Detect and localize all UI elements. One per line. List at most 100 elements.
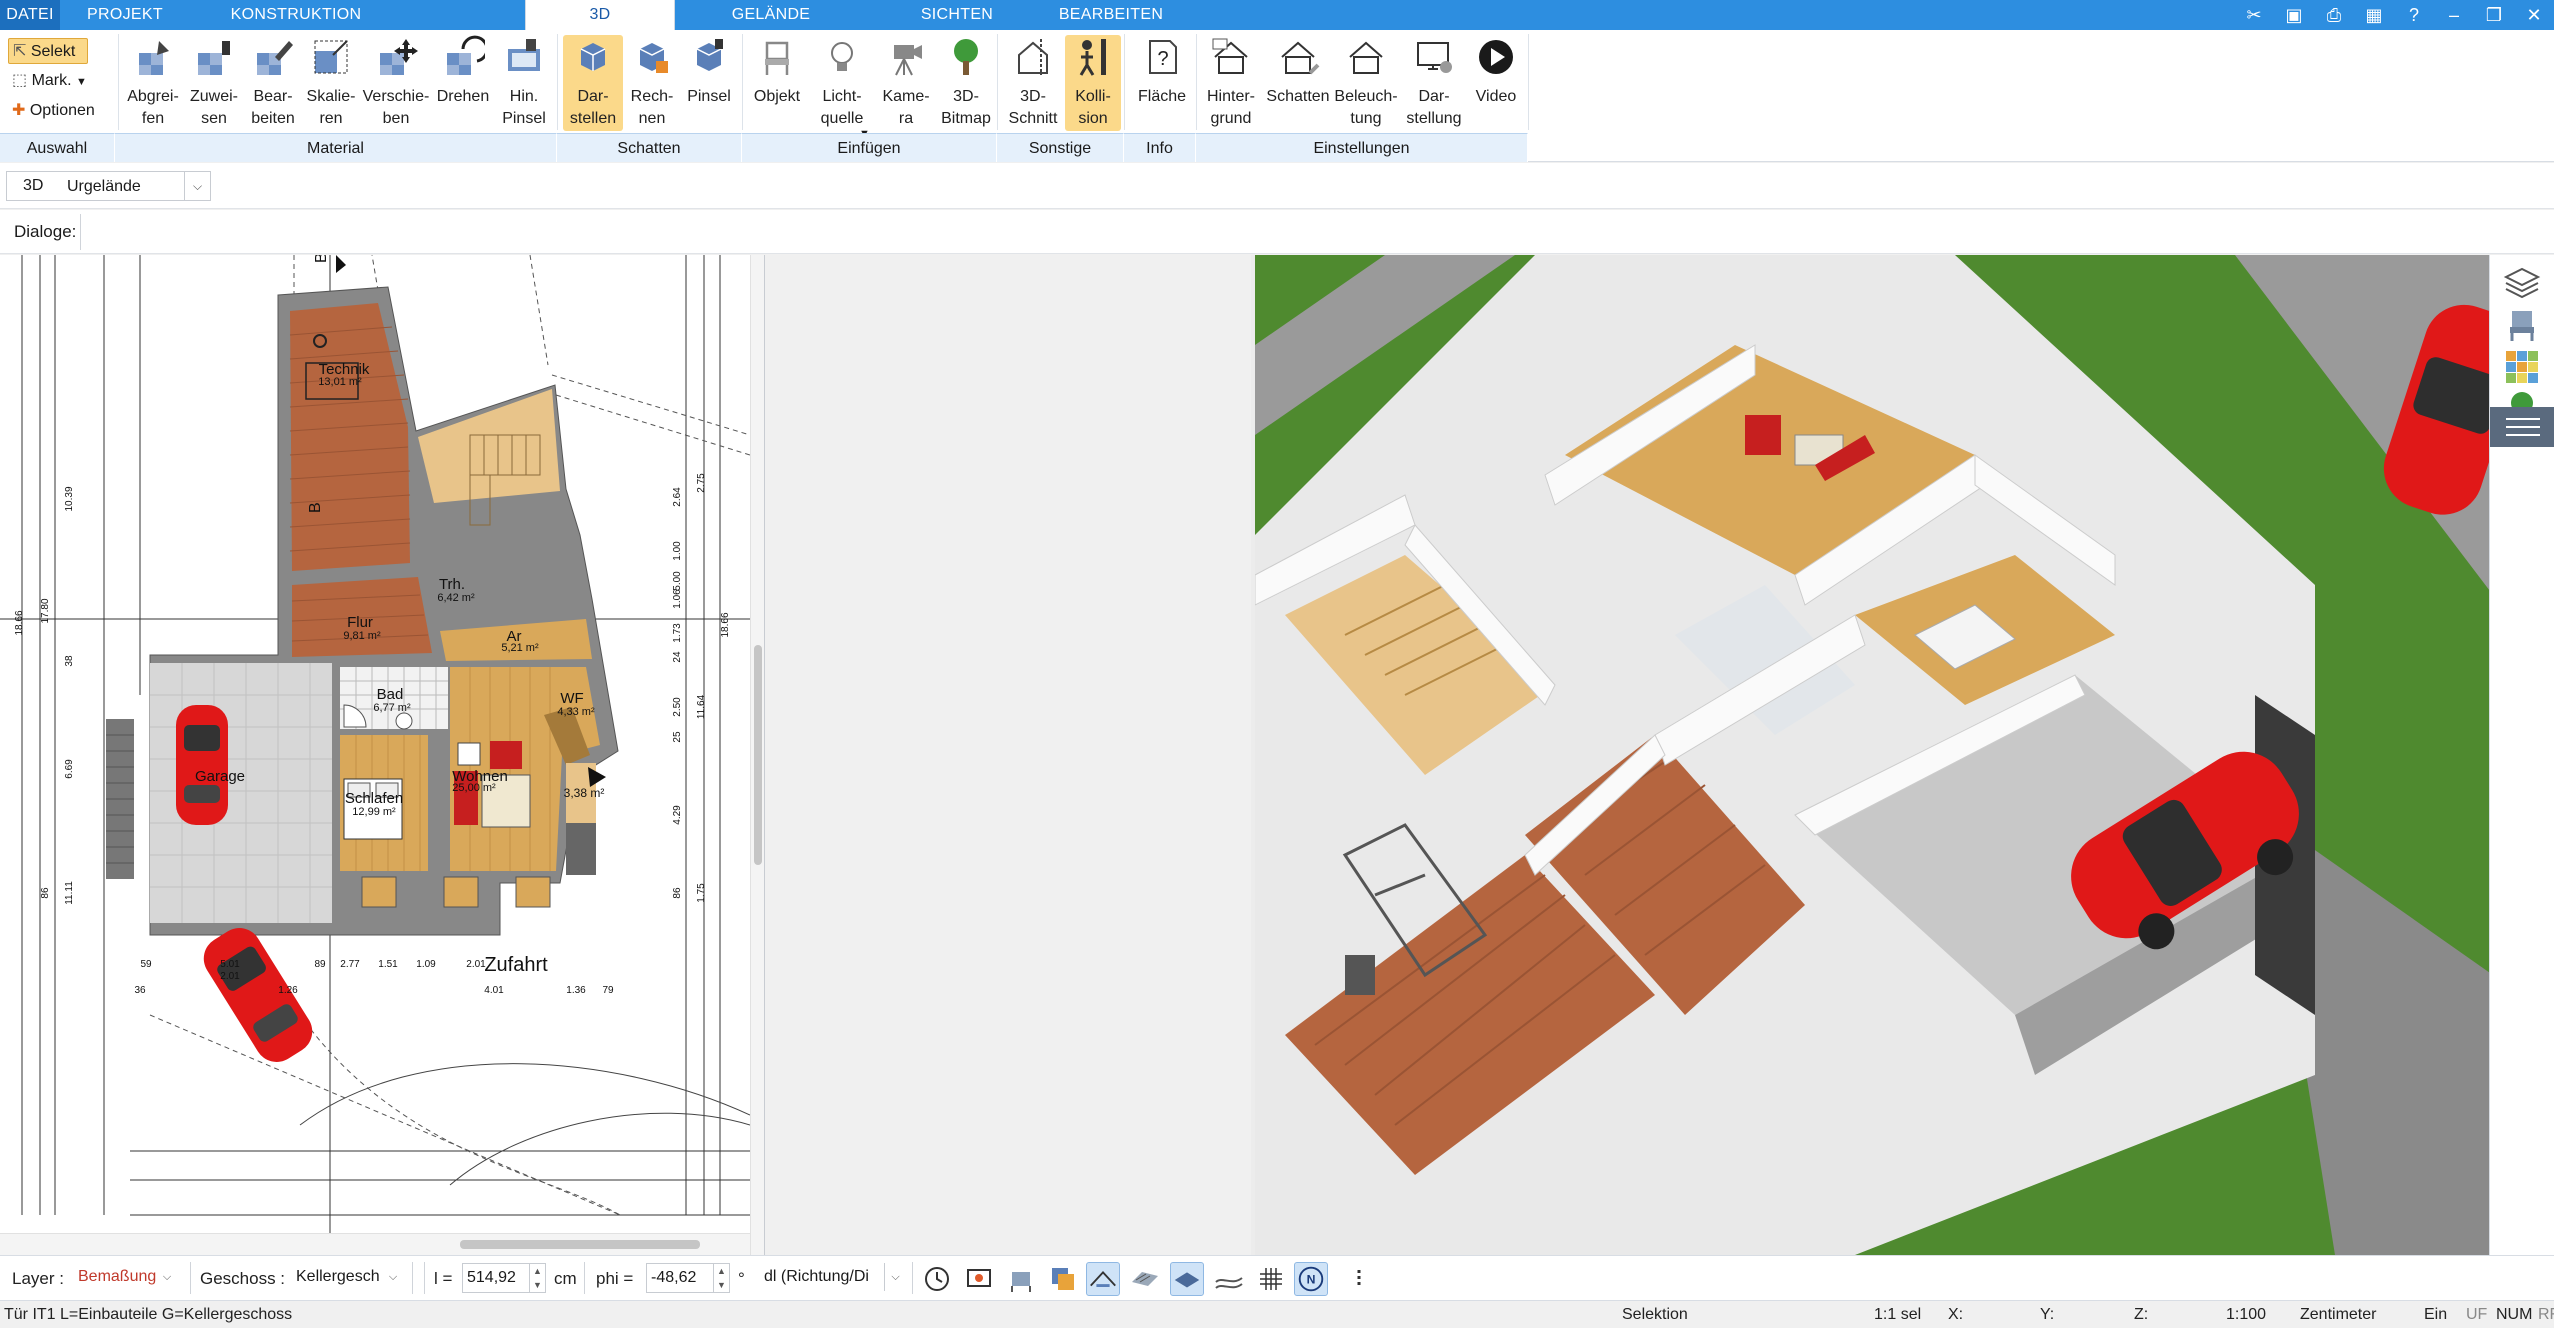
scroll-thumb[interactable] xyxy=(754,645,762,865)
layers-icon[interactable] xyxy=(2502,263,2542,303)
flaeche-button[interactable]: ? Fläche xyxy=(1130,35,1194,108)
lichtquelle-button[interactable]: Licht- quelle ▼ xyxy=(809,35,875,140)
roof-icon[interactable] xyxy=(1086,1262,1120,1296)
mark-button[interactable]: ⬚ Mark. ▼ xyxy=(8,68,98,94)
cursor-icon: ⇱ xyxy=(13,43,27,60)
geschoss-select[interactable]: Kellergesch ⌵ xyxy=(288,1263,404,1293)
plan-vertical-scrollbar[interactable] xyxy=(750,255,764,1255)
monitor-icon xyxy=(1417,42,1452,73)
kollision-button[interactable]: Kolli- sion xyxy=(1065,35,1121,131)
phi-input[interactable]: -48,62 ▲ ▼ xyxy=(646,1263,730,1293)
3d-schnitt-button[interactable]: 3D- Schnitt xyxy=(1001,35,1065,130)
room-label: WF xyxy=(560,690,583,707)
grid-icon[interactable]: ▦ xyxy=(2354,0,2394,30)
phi-label: phi = xyxy=(596,1269,634,1288)
room-area: 6,77 m² xyxy=(373,702,411,714)
tab-gelaende[interactable]: GELÄNDE xyxy=(675,0,867,30)
optionen-button[interactable]: ✚ Optionen xyxy=(8,98,108,124)
direction-mode-value: dl (Richtung/Di xyxy=(764,1268,869,1285)
plan-horizontal-scrollbar[interactable] xyxy=(0,1233,750,1255)
north-icon[interactable]: N xyxy=(1294,1262,1328,1296)
wall-hatch-icon[interactable] xyxy=(1128,1262,1162,1296)
status-num: NUM xyxy=(2496,1306,2533,1323)
terrain-select[interactable]: 3D Urgelände ⌵ xyxy=(6,171,211,201)
save-icon[interactable]: ▣ xyxy=(2274,0,2314,30)
scroll-thumb[interactable] xyxy=(460,1240,700,1249)
room-area: 6,42 m² xyxy=(437,592,475,604)
layer-label: Layer : xyxy=(12,1269,64,1288)
kamera-button[interactable]: Kame- ra xyxy=(875,35,937,130)
close-button[interactable]: ✕ xyxy=(2514,0,2554,30)
house-background-icon xyxy=(1212,38,1248,74)
room-label: Bad xyxy=(377,686,404,703)
zuweisen-button[interactable]: Zuwei- sen xyxy=(184,35,244,130)
tab-projekt[interactable]: PROJEKT xyxy=(60,0,190,30)
length-input[interactable]: 514,92 ▲ ▼ xyxy=(462,1263,546,1293)
drehen-button[interactable]: Drehen xyxy=(432,35,494,108)
schatten-einst-button[interactable]: Schatten xyxy=(1264,35,1332,108)
floor-plan-view[interactable]: B B Technik 13,01 m² Trh. 6,42 m² Flur 9… xyxy=(0,255,765,1255)
tab-konstruktion[interactable]: KONSTRUKTION xyxy=(190,0,402,30)
darstellen-button[interactable]: Dar- stellen xyxy=(563,35,623,131)
tab-datei[interactable]: DATEI xyxy=(0,0,60,30)
bearbeiten-button[interactable]: Bear- beiten xyxy=(244,35,302,130)
spinner-icon[interactable]: ▲ ▼ xyxy=(529,1264,545,1292)
more-options-icon[interactable] xyxy=(1342,1262,1376,1296)
3d-render-canvas[interactable] xyxy=(1255,255,2489,1255)
selekt-button[interactable]: ⇱ Selekt xyxy=(8,38,88,64)
room-label: Flur xyxy=(347,614,373,631)
abgreifen-button[interactable]: Abgrei- fen xyxy=(122,35,184,130)
dimension-text: 1.00 xyxy=(672,541,683,561)
camera-icon xyxy=(894,45,922,76)
floor-plan-canvas[interactable]: B B Technik 13,01 m² Trh. 6,42 m² Flur 9… xyxy=(0,255,750,1233)
beleuchtung-button[interactable]: Beleuch- tung xyxy=(1332,35,1400,130)
status-y: Y: xyxy=(2040,1306,2055,1323)
hintergrund-button[interactable]: Hinter- grund xyxy=(1198,35,1264,130)
sidebar-toggle[interactable] xyxy=(2490,407,2554,447)
screen-icon[interactable] xyxy=(962,1262,996,1296)
tab-sichten[interactable]: SICHTEN xyxy=(867,0,1047,30)
spinner-icon[interactable]: ▲ ▼ xyxy=(713,1264,729,1292)
rechnen-button[interactable]: Rech- nen xyxy=(623,35,681,130)
pinsel-button[interactable]: Pinsel xyxy=(681,35,737,108)
terrain-icon[interactable] xyxy=(1212,1262,1246,1296)
darstellung-button[interactable]: Dar- stellung xyxy=(1400,35,1468,130)
calculate-shadow-icon xyxy=(639,43,668,73)
status-selection: 1:1 sel xyxy=(1874,1306,1922,1323)
verschieben-button[interactable]: Verschie- ben xyxy=(360,35,432,130)
phi-value: -48,62 xyxy=(651,1269,697,1286)
tab-3d[interactable]: 3D xyxy=(525,0,675,30)
dimension-text: 2.01 xyxy=(220,971,240,982)
furniture-icon[interactable] xyxy=(2502,305,2542,345)
dimension-text: 2.77 xyxy=(340,959,360,970)
layer-select[interactable]: Bemaßung ⌵ xyxy=(70,1263,178,1293)
video-button[interactable]: Video xyxy=(1468,35,1524,108)
restore-button[interactable]: ❐ xyxy=(2474,0,2514,30)
print-icon[interactable]: ⎙ xyxy=(2314,0,2354,30)
grid-icon[interactable] xyxy=(1254,1262,1288,1296)
materials-icon[interactable] xyxy=(2502,347,2542,387)
chevron-down-icon[interactable]: ⌵ xyxy=(184,172,210,200)
dimension-text: 6.69 xyxy=(64,759,75,779)
floor-plane-icon[interactable] xyxy=(1170,1262,1204,1296)
rotate-icon xyxy=(447,35,489,75)
layer-copy-icon[interactable] xyxy=(1046,1262,1080,1296)
group-auswahl: Auswahl xyxy=(0,133,115,162)
dimension-text: 18.66 xyxy=(14,610,25,635)
car-icon xyxy=(176,705,228,825)
assign-material-icon xyxy=(198,41,230,75)
tab-bearbeiten[interactable]: BEARBEITEN xyxy=(1047,0,1175,30)
help-icon[interactable]: ? xyxy=(2394,0,2434,30)
object-snap-icon[interactable] xyxy=(1004,1262,1038,1296)
objekt-button[interactable]: Objekt xyxy=(745,35,809,108)
tools-icon[interactable]: ✂ xyxy=(2234,0,2274,30)
3d-bitmap-button[interactable]: 3D- Bitmap xyxy=(937,35,995,130)
clock-icon[interactable] xyxy=(920,1262,954,1296)
hin-pinsel-button[interactable]: Hin. Pinsel xyxy=(494,35,554,130)
hintergrund-label: Hinter- grund xyxy=(1206,88,1255,127)
minimize-button[interactable]: – xyxy=(2434,0,2474,30)
light-bulb-icon xyxy=(831,42,853,71)
skalieren-button[interactable]: Skalie- ren xyxy=(302,35,360,130)
3d-view[interactable] xyxy=(1251,255,2489,1255)
direction-mode-select[interactable]: dl (Richtung/Di ⌵ xyxy=(756,1263,906,1293)
